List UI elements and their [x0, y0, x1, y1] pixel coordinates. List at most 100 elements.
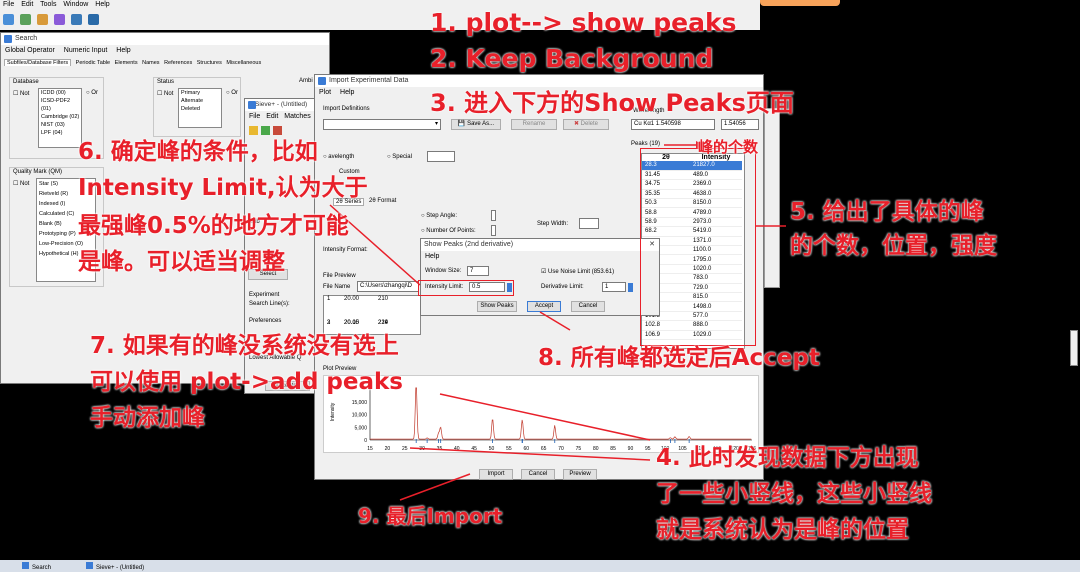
- search-lines-label: Search Line(s):: [249, 301, 290, 307]
- search-icon: [22, 562, 29, 569]
- plugin-tool-icon[interactable]: [88, 14, 99, 25]
- save-as-button[interactable]: 💾 Save As...: [451, 119, 501, 130]
- file-path-input[interactable]: C:\Users\zhangqi\D: [357, 281, 419, 292]
- quality-label: Quality Mark (QM): [13, 169, 63, 175]
- step-angle-input[interactable]: [491, 210, 496, 221]
- search-tabs: Subfiles/Database Filters Periodic Table…: [4, 59, 324, 70]
- status-or-radio[interactable]: ○ Or: [226, 90, 238, 96]
- quality-not-checkbox[interactable]: ☐ Not: [13, 180, 29, 187]
- tab-subfiles[interactable]: Subfiles/Database Filters: [4, 59, 72, 66]
- database-list[interactable]: ICDD (00) ICSD-PDF2 (01) Cambridge (02) …: [38, 88, 82, 148]
- save-icon: 💾: [457, 121, 466, 127]
- tools-icon[interactable]: [71, 14, 82, 25]
- status-group: Status ☐ Not Primary Alternate Deleted ○…: [153, 77, 241, 137]
- list-item[interactable]: ICSD-PDF2 (01): [41, 97, 81, 113]
- derivative-limit-input[interactable]: 1: [602, 282, 626, 292]
- x-tick-label: 65: [541, 446, 547, 452]
- search-window-menubar: Global Operator Numeric Input Help: [1, 45, 329, 56]
- menu-file[interactable]: File: [249, 113, 260, 120]
- tab-names[interactable]: Names: [142, 60, 159, 66]
- delete-button[interactable]: ✖ Delete: [563, 119, 609, 130]
- list-item[interactable]: Alternate: [181, 97, 221, 105]
- list-item[interactable]: Cambridge (02): [41, 113, 81, 121]
- peaks-label: Peaks (19): [631, 141, 661, 147]
- menu-window[interactable]: Window: [63, 1, 88, 8]
- menu-help[interactable]: Help: [425, 253, 439, 260]
- show-peaks-button[interactable]: Show Peaks: [477, 301, 517, 312]
- or-radio[interactable]: ○ Or: [86, 90, 98, 96]
- annotation-step6-line2: Intensity Limit,认为大于: [78, 175, 368, 201]
- menu-help[interactable]: Help: [340, 89, 354, 96]
- menu-edit[interactable]: Edit: [21, 1, 33, 8]
- not-checkbox[interactable]: ☐ Not: [13, 90, 29, 97]
- scrollbar[interactable]: [1070, 330, 1078, 366]
- step-width-input[interactable]: [579, 218, 599, 229]
- tab-2theta-format[interactable]: 2θ Format: [369, 198, 396, 204]
- annotation-step6-line1: 6. 确定峰的条件，比如: [78, 139, 318, 165]
- sieve-window-icon: [248, 101, 256, 109]
- annotation-step7-line1: 7. 如果有的峰没系统没有选上: [90, 333, 399, 359]
- preview-button[interactable]: Preview: [563, 469, 597, 480]
- menu-help[interactable]: Help: [116, 47, 130, 54]
- x-tick-label: 90: [628, 446, 634, 452]
- derivative-limit-label: Derivative Limit:: [541, 284, 584, 290]
- list-item[interactable]: NIST (03): [41, 121, 81, 129]
- preferences-label: Preferences: [249, 318, 282, 324]
- list-item[interactable]: LPF (04): [41, 129, 81, 137]
- taskbar-sieve[interactable]: Sieve+ - (Untitled): [86, 562, 144, 571]
- derivative-slider[interactable]: [628, 283, 633, 292]
- import-button[interactable]: Import: [479, 469, 513, 480]
- y-tick-label: 0: [364, 438, 367, 444]
- menu-global-operator[interactable]: Global Operator: [5, 47, 55, 54]
- wavelength-radio[interactable]: ○ avelength: [323, 154, 354, 160]
- import-definitions-label: Import Definitions: [323, 106, 370, 112]
- intensity-limit-highlight: [418, 280, 514, 296]
- search-tool-icon[interactable]: [3, 14, 14, 25]
- window-size-select[interactable]: 7: [467, 266, 489, 276]
- menu-matches[interactable]: Matches: [284, 113, 310, 120]
- sieve-icon: [86, 562, 93, 569]
- peaks-table-highlight: [640, 148, 756, 346]
- menu-plot[interactable]: Plot: [319, 89, 331, 96]
- x-tick-label: 60: [523, 446, 529, 452]
- taskbar-search[interactable]: Search: [22, 562, 51, 571]
- tab-periodic-table[interactable]: Periodic Table: [76, 60, 110, 66]
- use-noise-limit-checkbox[interactable]: ☑ Use Noise Limit (853.61): [541, 268, 614, 275]
- document-tool-icon[interactable]: [20, 14, 31, 25]
- tab-structures[interactable]: Structures: [197, 60, 222, 66]
- cancel-button[interactable]: Cancel: [521, 469, 555, 480]
- menu-tools[interactable]: Tools: [40, 1, 56, 8]
- tab-references[interactable]: References: [164, 60, 192, 66]
- x-tick-label: 25: [402, 446, 408, 452]
- window-size-label: Window Size:: [425, 268, 462, 274]
- accept-button[interactable]: Accept: [527, 301, 561, 312]
- experiment-label: Experiment: [249, 292, 280, 298]
- list-item[interactable]: Deleted: [181, 105, 221, 113]
- ambient-label: Ambi: [299, 78, 313, 84]
- annotation-step1: 1. plot--> show peaks: [430, 8, 737, 37]
- menu-file[interactable]: File: [3, 1, 14, 8]
- special-radio[interactable]: ○ Special: [387, 154, 412, 160]
- list-item[interactable]: Primary: [181, 89, 221, 97]
- grid-tool-icon[interactable]: [37, 14, 48, 25]
- status-not-checkbox[interactable]: ☐ Not: [157, 90, 173, 97]
- import-definitions-select[interactable]: ▾: [323, 119, 441, 130]
- chart-tool-icon[interactable]: [54, 14, 65, 25]
- y-tick-label: 5,000: [354, 425, 367, 431]
- annotation-step7-line2: 可以使用 plot->add peaks: [90, 369, 403, 395]
- tab-elements[interactable]: Elements: [115, 60, 138, 66]
- wavelength-select[interactable]: Cu Kα1 1.540598: [631, 119, 715, 130]
- cancel-button[interactable]: Cancel: [571, 301, 605, 312]
- tab-miscellaneous[interactable]: Miscellaneous: [226, 60, 261, 66]
- number-points-input[interactable]: [491, 225, 496, 236]
- status-list[interactable]: Primary Alternate Deleted: [178, 88, 222, 128]
- special-input[interactable]: [427, 151, 455, 162]
- list-item[interactable]: ICDD (00): [41, 89, 81, 97]
- menu-numeric-input[interactable]: Numeric Input: [64, 47, 108, 54]
- sieve-window-titlebar: Sieve+ - (Untitled): [245, 99, 318, 111]
- menu-edit[interactable]: Edit: [266, 113, 278, 120]
- rename-button[interactable]: Rename: [511, 119, 557, 130]
- file-preview-label: File Preview: [323, 273, 356, 279]
- wavelength-value[interactable]: 1.54056: [721, 119, 759, 130]
- menu-help[interactable]: Help: [95, 1, 109, 8]
